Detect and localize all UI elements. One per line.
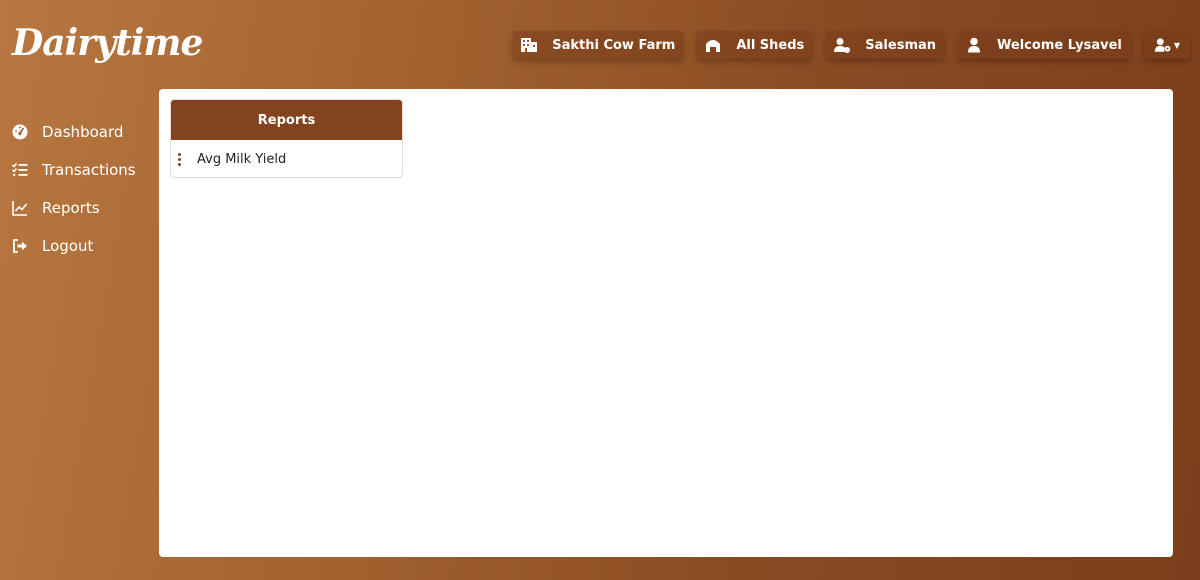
sidebar-item-label: Transactions: [42, 161, 136, 179]
building-icon: [521, 38, 538, 52]
user-gear-icon: [1154, 38, 1171, 52]
logout-icon: [13, 239, 27, 253]
reports-card: Reports Avg Milk Yield: [170, 99, 403, 178]
welcome-label: Welcome Lysavel: [997, 37, 1122, 53]
chevron-down-icon: ▼: [1173, 40, 1180, 50]
welcome-button[interactable]: Welcome Lysavel: [958, 31, 1130, 59]
list-check-icon: [12, 163, 28, 177]
role-label: Salesman: [865, 37, 937, 53]
farm-label: Sakthi Cow Farm: [552, 37, 676, 53]
sidebar-item-label: Reports: [42, 199, 100, 217]
user-tag-icon: [834, 38, 851, 53]
shed-selector-button[interactable]: All Sheds: [697, 31, 813, 59]
main-content-panel: Reports Avg Milk Yield: [159, 89, 1173, 557]
sidebar-item-dashboard[interactable]: Dashboard: [12, 122, 136, 142]
gauge-icon: [12, 124, 28, 140]
app-logo[interactable]: Dairytime: [12, 22, 203, 64]
chart-line-icon: [12, 201, 28, 216]
user-icon: [968, 37, 981, 53]
vertical-dots-icon: [178, 152, 181, 166]
report-item-label: Avg Milk Yield: [197, 151, 287, 167]
sidebar-item-label: Dashboard: [42, 123, 124, 141]
shed-label: All Sheds: [736, 37, 805, 53]
farm-selector-button[interactable]: Sakthi Cow Farm: [513, 31, 684, 59]
sidebar-item-logout[interactable]: Logout: [12, 236, 136, 256]
role-button[interactable]: Salesman: [826, 31, 945, 59]
report-item-avg-milk-yield[interactable]: Avg Milk Yield: [171, 140, 402, 177]
reports-card-title: Reports: [171, 100, 402, 140]
sidebar-item-transactions[interactable]: Transactions: [12, 160, 136, 180]
sidebar: Dashboard Transactions Reports Logout: [12, 122, 136, 256]
shed-icon: [706, 40, 721, 52]
user-settings-dropdown[interactable]: ▼: [1143, 31, 1190, 59]
sidebar-item-label: Logout: [42, 237, 94, 255]
top-navbar: Sakthi Cow Farm All Sheds Salesman Welco…: [513, 31, 1190, 59]
sidebar-item-reports[interactable]: Reports: [12, 198, 136, 218]
